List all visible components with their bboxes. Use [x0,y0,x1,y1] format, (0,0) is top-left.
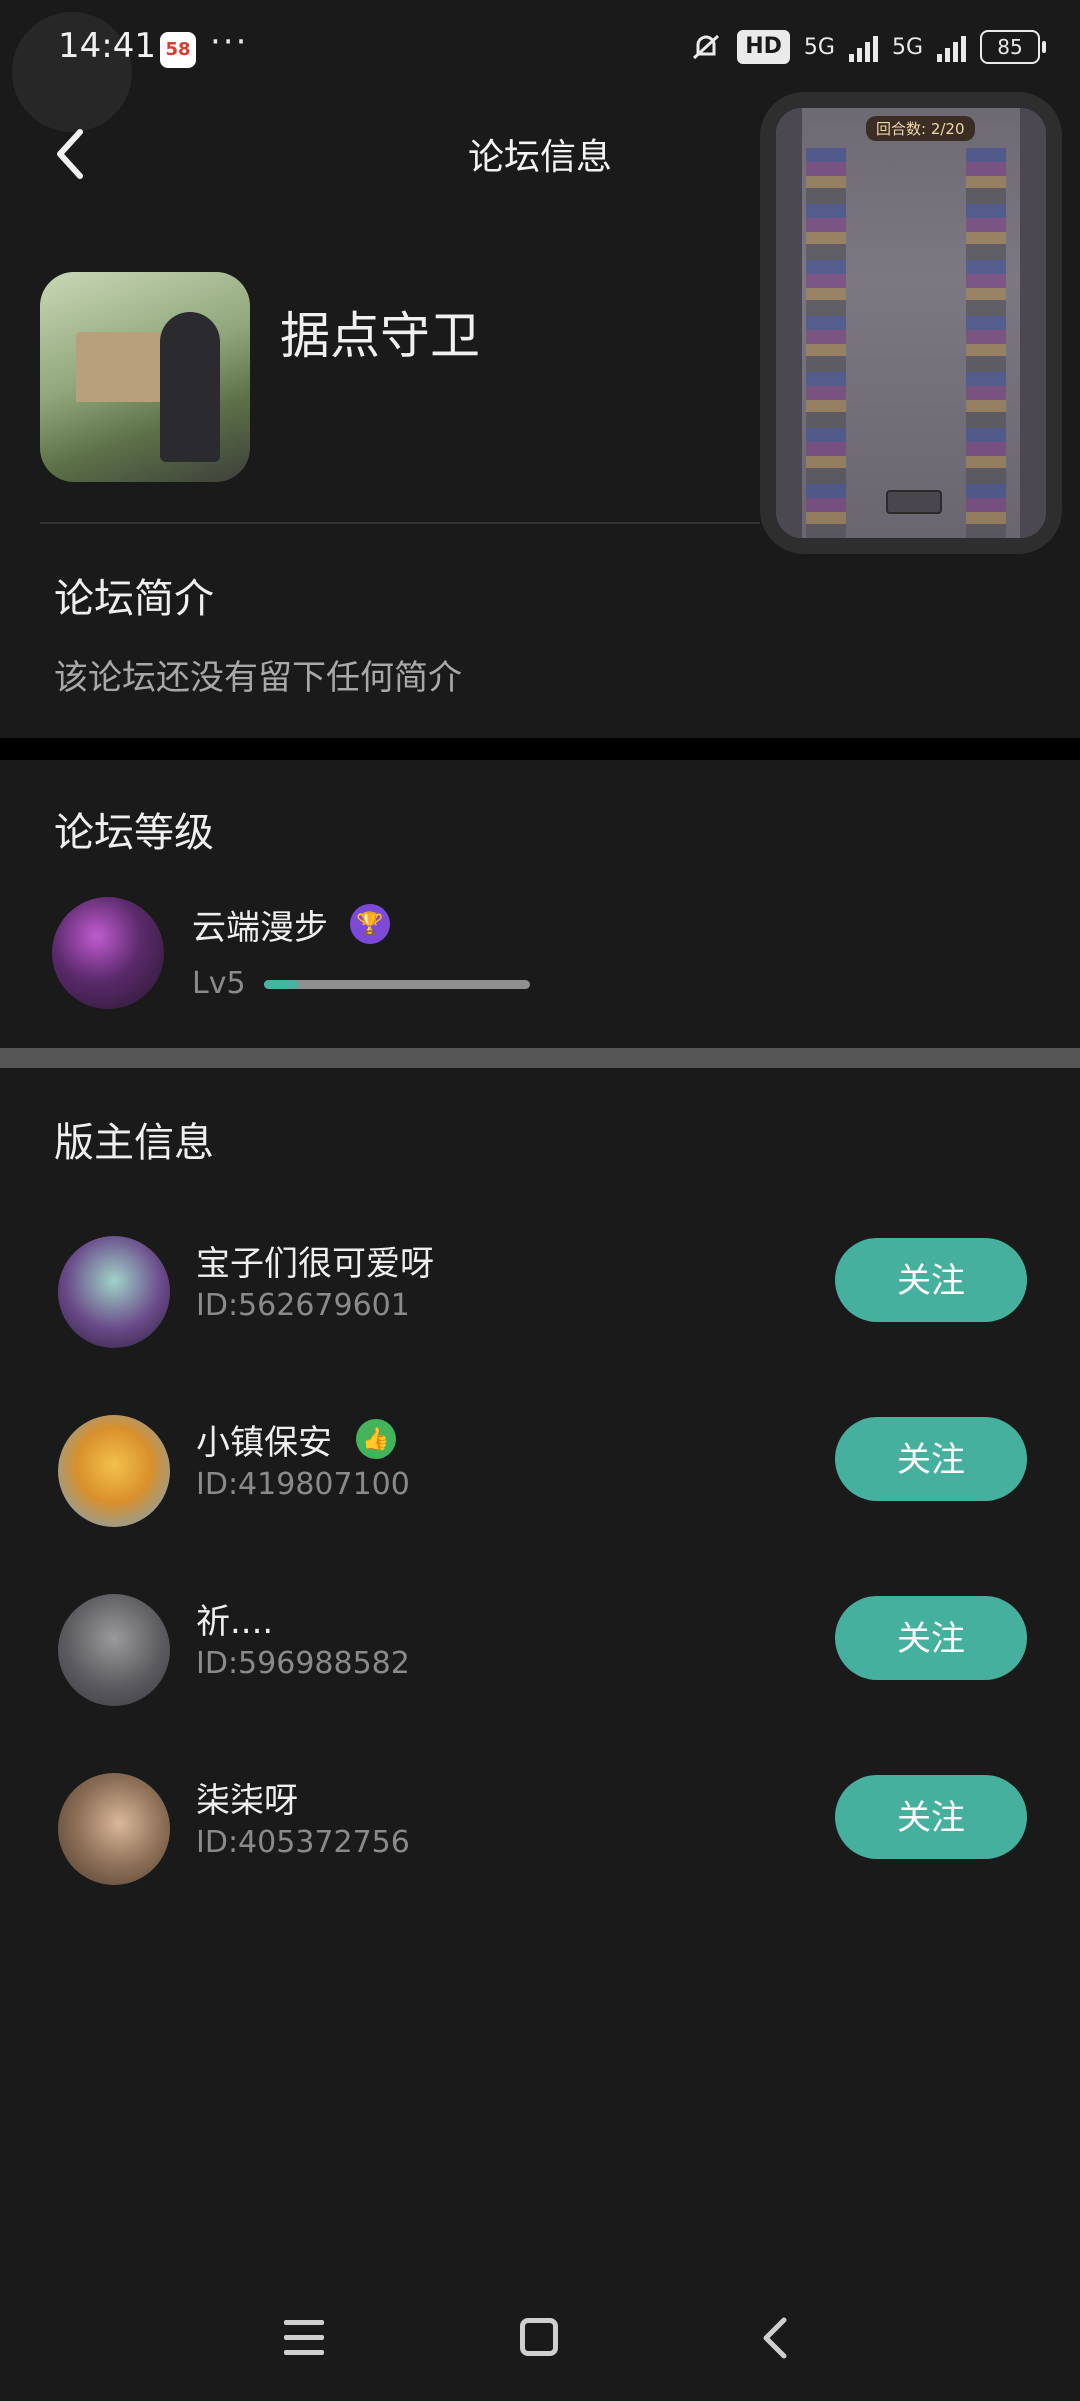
game-pause-button[interactable] [886,490,942,514]
avatar[interactable] [58,1415,170,1527]
avatar[interactable] [58,1594,170,1706]
moderator-id: ID:562679601 [196,1288,410,1323]
network-type-2: 5G [891,34,923,60]
level-label: Lv5 [192,966,246,1001]
moderator-section-title: 版主信息 [54,1120,214,1166]
moderator-id: ID:596988582 [196,1646,410,1681]
moderator-name: 祈.... [196,1602,274,1642]
signal-strength-icon [848,32,878,62]
moderator-name: 小镇保安 [196,1423,332,1463]
moderator-row[interactable]: 柒柒呀 ID:405372756 关注 [0,1763,1080,1903]
moderator-id: ID:405372756 [196,1825,410,1860]
moderator-name: 宝子们很可爱呀 [196,1244,434,1284]
level-progress-fill [264,980,299,989]
follow-button[interactable]: 关注 [835,1238,1027,1322]
hd-badge: HD [737,30,790,64]
follow-button[interactable]: 关注 [835,1417,1027,1501]
status-indicators: HD 5G 5G 85 [689,30,1046,64]
more-notifications-icon: ··· [210,22,249,62]
divider [40,522,760,524]
moderator-id: ID:419807100 [196,1467,410,1502]
forum-game-icon [40,272,250,482]
moderator-name: 柒柒呀 [196,1781,298,1821]
thumbs-up-badge-icon: 👍 [356,1419,396,1459]
level-progress-bar [264,980,530,989]
network-type-1: 5G [803,34,835,60]
avatar[interactable] [58,1236,170,1348]
app-58-icon: 58 [160,32,196,68]
avatar[interactable] [58,1773,170,1885]
follow-button[interactable]: 关注 [835,1596,1027,1680]
moderator-row[interactable]: 宝子们很可爱呀 ID:562679601 关注 [0,1226,1080,1366]
battery-icon: 85 [980,30,1046,64]
moderator-row[interactable]: 祈.... ID:596988582 关注 [0,1584,1080,1724]
nav-back-icon[interactable] [756,2316,796,2360]
signal-strength-icon [937,32,966,62]
moderator-row[interactable]: 小镇保安 👍 ID:419807100 关注 [0,1405,1080,1545]
menu-icon[interactable] [284,2320,324,2356]
home-icon[interactable] [520,2318,558,2356]
follow-button[interactable]: 关注 [835,1775,1027,1859]
intro-section-title: 论坛简介 [54,576,214,622]
mute-bell-icon [693,34,720,60]
section-separator [0,1048,1080,1068]
game-round-counter: 回合数: 2/20 [866,116,975,141]
level-username[interactable]: 云端漫步 [192,900,328,949]
forum-name: 据点守卫 [280,307,480,365]
game-preview-screen[interactable]: 回合数: 2/20 [776,108,1046,538]
avatar[interactable] [52,897,164,1009]
level-section-title: 论坛等级 [54,810,214,856]
intro-text: 该论坛还没有留下任何简介 [54,658,462,698]
trophy-badge-icon: 🏆 [350,904,390,944]
status-time: 14:41 [58,26,156,66]
section-separator [0,738,1080,760]
